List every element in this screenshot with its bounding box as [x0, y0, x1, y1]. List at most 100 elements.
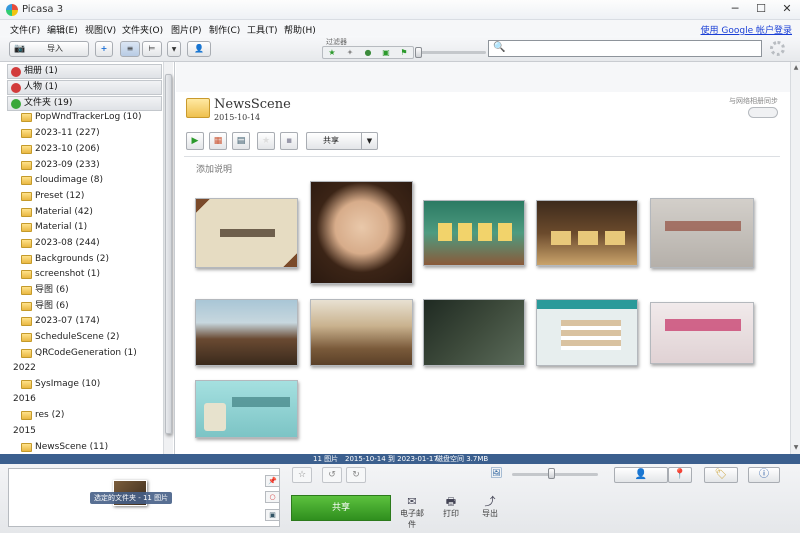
- web-sync-toggle[interactable]: [748, 107, 778, 118]
- folder-item[interactable]: 2023-10 (206): [21, 142, 100, 157]
- photo-thumbnail[interactable]: [536, 299, 638, 366]
- photo-thumbnail[interactable]: [310, 299, 413, 366]
- year-header-2015: 2015: [13, 426, 36, 436]
- folder-item[interactable]: 2023-07 (174): [21, 314, 100, 329]
- star-tray-button[interactable]: ☆: [292, 467, 312, 483]
- collapsed-arrow-icon: [11, 67, 21, 77]
- menu-folder[interactable]: 文件夹(O): [122, 23, 163, 36]
- folder-item[interactable]: SysImage (10): [21, 377, 100, 392]
- share-button[interactable]: 共享: [291, 495, 391, 521]
- menu-tools[interactable]: 工具(T): [247, 23, 278, 36]
- tree-view-button[interactable]: ⊨: [142, 41, 162, 57]
- photo-thumbnail[interactable]: [195, 198, 298, 268]
- photo-thumbnail[interactable]: [423, 200, 525, 266]
- folder-item[interactable]: ScheduleScene (2): [21, 330, 119, 345]
- hold-pin-icon[interactable]: 📌: [265, 475, 280, 487]
- folder-label: NewsScene (11): [35, 442, 109, 452]
- folder-label: 导图 (6): [35, 285, 69, 295]
- album-share-button[interactable]: 共享 ▼: [306, 132, 378, 150]
- scroll-down-icon[interactable]: ▼: [792, 444, 800, 452]
- rotate-left-button[interactable]: ↺: [322, 467, 342, 483]
- folder-item[interactable]: PopWndTrackerLog (10): [21, 110, 142, 125]
- folder-item[interactable]: 2023-08 (244): [21, 236, 100, 251]
- photo-thumbnail[interactable]: [650, 198, 754, 268]
- search-input[interactable]: [507, 42, 757, 55]
- folder-label: Backgrounds (2): [35, 254, 109, 264]
- clear-icon[interactable]: ○: [265, 491, 280, 503]
- add-to-album-icon[interactable]: ▣: [265, 509, 280, 521]
- search-box[interactable]: 🔍: [488, 40, 762, 57]
- print-button[interactable]: 🖶 打印: [436, 495, 466, 519]
- add-caption-link[interactable]: 添加说明: [196, 162, 232, 175]
- folder-icon: [21, 333, 32, 342]
- close-button[interactable]: ✕: [774, 0, 800, 18]
- folder-item[interactable]: Material (42): [21, 205, 93, 220]
- people-button[interactable]: 👤: [187, 41, 211, 57]
- folder-item[interactable]: Preset (12): [21, 189, 84, 204]
- folder-item[interactable]: 2023-09 (233): [21, 158, 100, 173]
- menu-file[interactable]: 文件(F): [10, 23, 40, 36]
- folder-item[interactable]: 导图 (6): [21, 283, 69, 298]
- tag-button[interactable]: 🏷: [704, 467, 738, 483]
- star-filter-icon[interactable]: ★: [323, 47, 341, 58]
- thumbnail-size-thumb[interactable]: [548, 468, 555, 479]
- minimize-button[interactable]: ─: [722, 0, 748, 18]
- save-button[interactable]: ▪: [280, 132, 298, 150]
- section-people[interactable]: 人物 (1): [7, 80, 162, 95]
- thumbnail-size-slider[interactable]: [512, 473, 598, 476]
- rotate-right-button[interactable]: ↻: [346, 467, 366, 483]
- star-button[interactable]: ★: [257, 132, 275, 150]
- photo-thumbnail[interactable]: [310, 181, 413, 284]
- section-albums[interactable]: 相册 (1): [7, 64, 162, 79]
- library-scrollbar[interactable]: [163, 62, 173, 454]
- movie-button[interactable]: ▤: [232, 132, 250, 150]
- folder-item[interactable]: Material (1): [21, 220, 87, 235]
- section-folders[interactable]: 文件夹 (19): [7, 96, 162, 111]
- menu-help[interactable]: 帮助(H): [284, 23, 316, 36]
- view-dropdown-button[interactable]: ▼: [167, 41, 181, 57]
- section-people-label: 人物 (1): [24, 82, 58, 92]
- email-button[interactable]: ✉ 电子邮件: [397, 495, 427, 530]
- sparkle-filter-icon[interactable]: ✦: [341, 47, 359, 58]
- photo-thumbnail[interactable]: [195, 299, 298, 366]
- menu-edit[interactable]: 编辑(E): [47, 23, 78, 36]
- library-scroll-thumb[interactable]: [165, 74, 172, 434]
- filter-slider-track[interactable]: [416, 51, 486, 54]
- album-title[interactable]: NewsScene: [214, 97, 291, 112]
- google-signin-link[interactable]: 使用 Google 帐户登录: [701, 23, 792, 36]
- chevron-down-icon[interactable]: ▼: [361, 133, 377, 149]
- geotag-button[interactable]: 📍: [668, 467, 692, 483]
- folder-item-selected[interactable]: NewsScene (11): [21, 440, 108, 454]
- menu-picture[interactable]: 图片(P): [171, 23, 201, 36]
- photo-thumbnail[interactable]: [650, 302, 754, 364]
- export-button[interactable]: ⤴ 导出: [475, 495, 505, 519]
- folder-item[interactable]: 导图 (6): [21, 299, 69, 314]
- menu-view[interactable]: 视图(V): [85, 23, 116, 36]
- info-button[interactable]: ⓘ: [748, 467, 780, 483]
- photo-thumbnail[interactable]: [423, 299, 525, 366]
- album-scrollbar[interactable]: ▲ ▼: [790, 62, 800, 454]
- import-button[interactable]: 📷 导入: [9, 41, 89, 57]
- filter-slider-thumb[interactable]: [415, 47, 422, 58]
- folder-item[interactable]: Backgrounds (2): [21, 252, 109, 267]
- folder-item[interactable]: QRCodeGeneration (1): [21, 346, 137, 361]
- maximize-button[interactable]: ☐: [748, 0, 774, 18]
- collage-button[interactable]: ▦: [209, 132, 227, 150]
- video-filter-icon[interactable]: ▣: [377, 47, 395, 58]
- folder-item[interactable]: cloudimage (8): [21, 173, 103, 188]
- photo-thumbnail[interactable]: [195, 380, 298, 438]
- folder-label: Material (42): [35, 207, 93, 217]
- slideshow-button[interactable]: ▶: [186, 132, 204, 150]
- people-tag-button[interactable]: 👤: [614, 467, 668, 483]
- list-view-button[interactable]: ≡: [120, 41, 140, 57]
- face-filter-icon[interactable]: ●: [359, 47, 377, 58]
- folder-item[interactable]: screenshot (1): [21, 267, 100, 282]
- add-to-album-button[interactable]: +: [95, 41, 113, 57]
- folder-item[interactable]: 2023-11 (227): [21, 126, 100, 141]
- scroll-up-icon[interactable]: ▲: [792, 64, 800, 72]
- folder-item[interactable]: res (2): [21, 408, 64, 423]
- window-title: Picasa 3: [22, 4, 64, 15]
- geo-filter-icon[interactable]: ⚑: [395, 47, 413, 58]
- menu-create[interactable]: 制作(C): [209, 23, 240, 36]
- photo-thumbnail[interactable]: [536, 200, 638, 266]
